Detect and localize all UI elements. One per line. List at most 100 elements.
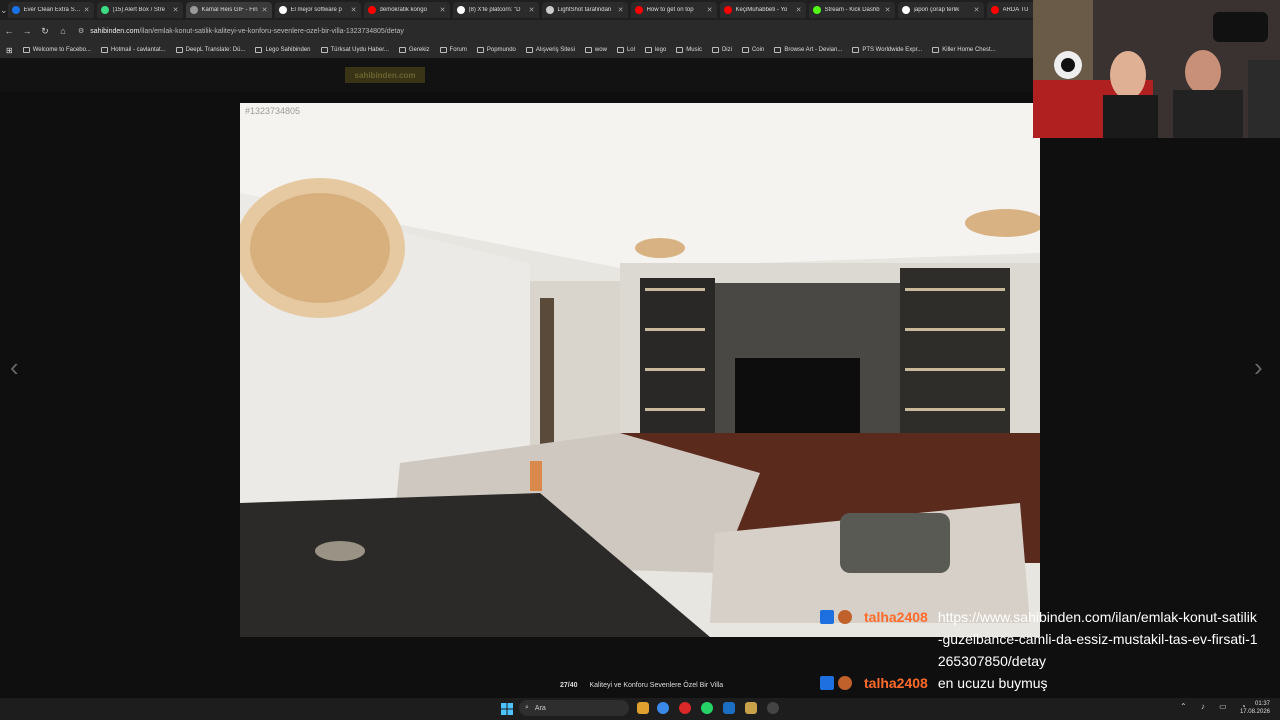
browser-tab[interactable]: El mejor software p ✕ [274,2,361,18]
bookmark-item[interactable]: Lol [616,47,635,53]
bookmark-label: Hotmail - cavlantat... [110,47,166,53]
browser-tab[interactable]: demokratik kongo ✕ [363,2,450,18]
close-tab-icon[interactable]: ✕ [529,6,535,14]
store-icon[interactable] [723,702,735,714]
close-tab-icon[interactable]: ✕ [796,6,802,14]
browser-tab[interactable]: How to get on top ✕ [630,2,717,18]
close-tab-icon[interactable]: ✕ [173,6,179,14]
bookmark-item[interactable]: Lego Sahibinden [255,47,311,53]
close-tab-icon[interactable]: ✕ [262,6,268,14]
browser-tab[interactable]: Stream - Kick Dashb ✕ [808,2,895,18]
browser-tab[interactable]: (8) X'te platcorn: "D ✕ [452,2,539,18]
clock-date: 17.08.2026 [1239,709,1270,715]
close-tab-icon[interactable]: ✕ [707,6,713,14]
photo-counter: 27/40 [560,682,578,689]
gallery-counter-bar: 27/40 Kaliteyi ve Konforu Sevenlere Özel… [560,682,723,689]
browser-tab[interactable]: Kamal Reis GIF - Fin ✕ [185,2,272,18]
chat-username[interactable]: talha2408 [864,606,928,672]
whatsapp-icon[interactable] [701,702,713,714]
browser-tab[interactable]: japon çorap terlik ✕ [897,2,984,18]
bookmark-item[interactable]: Gerekiz [398,47,430,53]
chat-username[interactable]: talha2408 [864,672,928,694]
browser-tab[interactable]: KeçiMuhabbeti - Yo ✕ [719,2,806,18]
close-tab-icon[interactable]: ✕ [974,6,980,14]
chat-message: talha2408 en ucuzu buymuş [820,672,1280,694]
folder-icon [320,47,328,53]
obs-icon[interactable] [767,702,779,714]
bookmark-item[interactable]: Killer Home Chest... [932,47,996,53]
prev-photo-button[interactable]: ‹ [10,352,19,383]
bookmark-item[interactable]: Hotmail - cavlantat... [100,47,166,53]
bookmark-label: PTS Worldwide Expr... [862,47,923,53]
bookmark-label: Killer Home Chest... [942,47,996,53]
site-logo[interactable]: sahibinden.com [345,67,425,83]
address-bar[interactable]: ⚙ sahibinden.com /ilan/emlak-konut-satil… [78,23,404,39]
bookmark-label: Browse Art - Devian... [784,47,843,53]
close-tab-icon[interactable]: ✕ [84,6,90,14]
tab-favicon-icon [278,6,287,14]
living-room-image [240,103,1040,637]
file-explorer-icon[interactable] [637,702,649,714]
bookmark-item[interactable]: Alışveriş Sitesi [525,47,575,53]
folder-icon [255,47,263,53]
reload-icon[interactable]: ↻ [36,26,54,37]
tab-favicon-icon [100,6,109,14]
tab-list-icon[interactable]: ⌄ [0,0,8,20]
browser-tab[interactable]: (15) Alert Box / Stre ✕ [96,2,183,18]
tab-favicon-icon [901,6,910,14]
forward-icon[interactable]: → [18,26,36,36]
bookmark-item[interactable]: Coin [741,47,765,53]
next-photo-button[interactable]: › [1254,352,1263,383]
taskbar-search[interactable]: ⌕ Ara [519,700,629,716]
close-tab-icon[interactable]: ✕ [885,6,891,14]
tab-favicon-icon [723,6,732,14]
gallery-photo[interactable] [240,103,1040,637]
close-tab-icon[interactable]: ✕ [440,6,446,14]
bookmark-label: Coin [751,47,765,53]
folder-icon [711,47,719,53]
hammer-badge-icon [820,676,834,690]
bookmark-label: Türksat Uydu Haber... [330,47,389,53]
bookmark-label: Dizi [721,47,732,53]
close-tab-icon[interactable]: ✕ [351,6,357,14]
bookmark-item[interactable]: wow [584,47,607,53]
clock-time: 01:37 [1254,701,1270,707]
bookmark-item[interactable]: Dizi [711,47,732,53]
folder-icon [616,47,624,53]
taskbar-clock[interactable]: 01:37 17.08.2026 [1240,700,1270,716]
apps-icon[interactable]: ⊞ [6,46,13,55]
tab-label: LightShot tarafindan [557,7,612,13]
back-icon[interactable]: ← [0,26,18,36]
chrome-icon[interactable] [657,702,669,714]
browser-tab[interactable]: Ever Clean Extra Stro ✕ [7,2,94,18]
chat-text: en ucuzu buymuş [937,675,1048,691]
windows-start-icon[interactable] [501,703,513,715]
tab-label: How to get on top [646,7,694,13]
bookmark-item[interactable]: DeepL Translate: Dü... [175,47,245,53]
bookmark-label: Forum [449,47,467,53]
app-icon[interactable] [745,702,757,714]
bookmark-item[interactable]: Forum [439,47,467,53]
bookmark-item[interactable]: Welcome to Facebo... [22,47,91,53]
bookmark-item[interactable]: Music [676,47,702,53]
home-icon[interactable]: ⌂ [54,26,72,36]
opera-icon[interactable] [679,702,691,714]
browser-tab[interactable]: LightShot tarafindan ✕ [541,2,628,18]
bookmark-label: Popmundo [486,47,516,53]
folder-icon [932,47,940,53]
bookmark-item[interactable]: lego [644,47,666,53]
folder-icon [398,47,406,53]
bookmark-label: wow [594,47,607,53]
url-host: sahibinden.com [90,27,140,35]
bookmark-label: Gerekiz [408,47,430,53]
photo-caption: Kaliteyi ve Konforu Sevenlere Özel Bir V… [589,682,724,689]
close-tab-icon[interactable]: ✕ [618,6,624,14]
bookmark-item[interactable]: Türksat Uydu Haber... [320,47,389,53]
bookmark-item[interactable]: PTS Worldwide Expr... [852,47,922,53]
tab-label: El mejor software p [290,7,342,13]
site-info-icon[interactable]: ⚙ [78,27,84,35]
bookmark-item[interactable]: Browse Art - Devian... [774,47,842,53]
folder-icon [175,47,183,53]
webcam-overlay [1033,0,1280,138]
bookmark-item[interactable]: Popmundo [476,47,516,53]
